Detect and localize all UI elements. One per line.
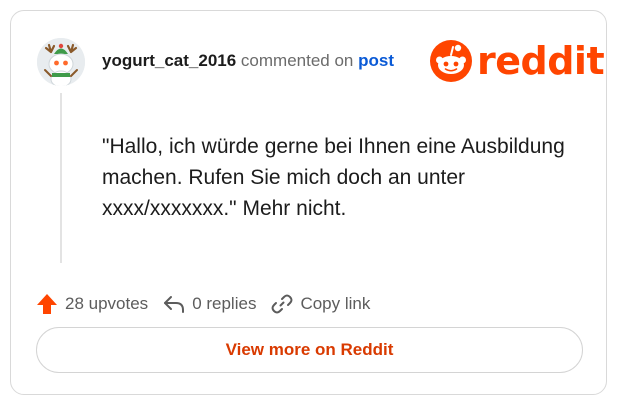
- thread-line: [60, 93, 62, 263]
- replies-button[interactable]: 0 replies: [162, 292, 256, 316]
- link-icon: [271, 294, 293, 314]
- action-bar: 28 upvotes 0 replies Copy link: [35, 291, 384, 317]
- copy-link-label: Copy link: [300, 294, 371, 313]
- copy-link-button[interactable]: Copy link: [270, 292, 370, 316]
- username[interactable]: yogurt_cat_2016: [102, 51, 236, 70]
- avatar-icon: [37, 38, 85, 86]
- reply-icon: [164, 296, 185, 313]
- reddit-logo-icon: [430, 40, 472, 82]
- reddit-comment-embed-card: yogurt_cat_2016 commented on post reddit…: [10, 10, 607, 395]
- reddit-logo[interactable]: reddit: [429, 39, 605, 83]
- post-link[interactable]: post: [358, 51, 394, 70]
- view-more-on-reddit-button[interactable]: View more on Reddit: [36, 327, 583, 373]
- commented-on-text: commented on: [240, 51, 354, 70]
- reddit-logo-text: reddit: [477, 39, 605, 83]
- avatar[interactable]: [37, 38, 85, 86]
- upvotes-count: 28 upvotes: [65, 294, 149, 313]
- upvote-button[interactable]: 28 upvotes: [35, 292, 148, 316]
- upvote-arrow-icon: [37, 294, 57, 314]
- comment-body: "Hallo, ich würde gerne bei Ihnen eine A…: [102, 135, 565, 220]
- comment-header: yogurt_cat_2016 commented on post: [102, 50, 394, 72]
- replies-count: 0 replies: [192, 294, 257, 313]
